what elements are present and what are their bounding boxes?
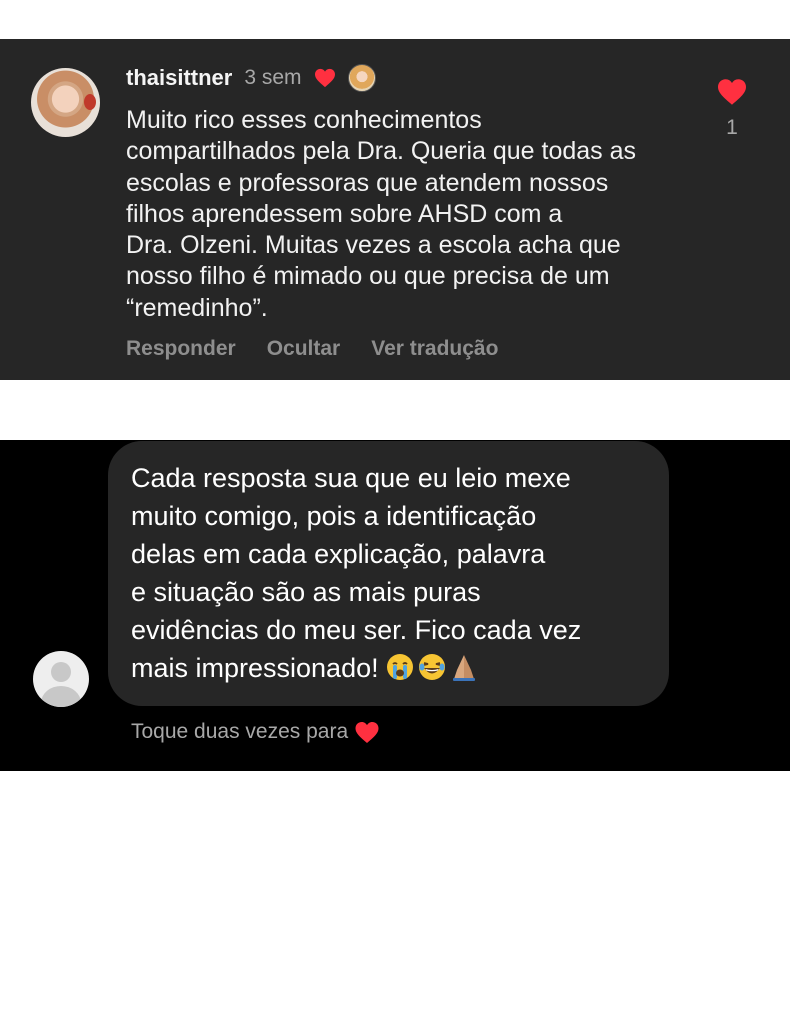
hide-button[interactable]: Ocultar <box>267 337 341 361</box>
comment-text-line: Muito rico esses conhecimentos <box>126 106 482 134</box>
heart-icon <box>355 721 379 743</box>
crying-face-icon <box>386 653 413 680</box>
comment-text-line: escolas e professoras que atendem nossos <box>126 168 609 197</box>
comment-time: 3 sem <box>244 66 302 89</box>
comment-text: Muito rico esses conhecimentos compartil… <box>126 105 706 324</box>
double-tap-hint: Toque duas vezes para <box>131 718 380 746</box>
message-text: Cada resposta sua que eu leio mexe muito… <box>131 460 651 687</box>
see-translation-button[interactable]: Ver tradução <box>371 337 498 361</box>
message-text-line: delas em cada explicação, palavra <box>131 538 546 569</box>
avatar-head-shape <box>51 662 71 682</box>
author-liked-heart-icon <box>314 68 335 88</box>
avatar-flower-decoration <box>84 94 96 110</box>
avatar-body-shape <box>41 686 81 707</box>
sender-default-avatar[interactable] <box>33 651 89 707</box>
folded-hands-icon <box>452 654 475 681</box>
comment-text-line: Dra. Olzeni. Muitas vezes a escola acha … <box>126 231 621 260</box>
comment-actions: Responder Ocultar Ver tradução <box>126 337 498 361</box>
comment-text-line: compartilhados pela Dra. Queria que toda… <box>126 137 637 166</box>
comment-header: thaisittner 3 sem <box>126 64 376 92</box>
message-text-line: evidências do meu ser. Fico cada vez <box>131 614 582 645</box>
commenter-avatar[interactable] <box>31 68 100 137</box>
comment-username[interactable]: thaisittner <box>126 65 232 91</box>
message-text-line: Cada resposta sua que eu leio mexe <box>131 463 571 493</box>
double-tap-hint-text: Toque duas vezes para <box>131 720 349 743</box>
like-count: 1 <box>726 116 738 139</box>
comment-text-line: “remedinho”. <box>126 293 268 322</box>
message-text-line: mais impressionado! <box>131 652 379 683</box>
message-text-line: e situação são as mais puras <box>131 576 481 607</box>
laughing-face-icon <box>418 653 445 680</box>
like-heart-icon[interactable] <box>716 78 748 106</box>
author-avatar-icon <box>347 64 376 92</box>
message-text-line: muito comigo, pois a identificação <box>131 500 537 531</box>
reply-button[interactable]: Responder <box>126 337 236 361</box>
comment-text-line: filhos aprendessem sobre AHSD com a <box>126 199 563 228</box>
comment-text-line: nosso filho é mimado ou que precisa de u… <box>126 262 610 291</box>
message-emojis <box>385 652 479 682</box>
